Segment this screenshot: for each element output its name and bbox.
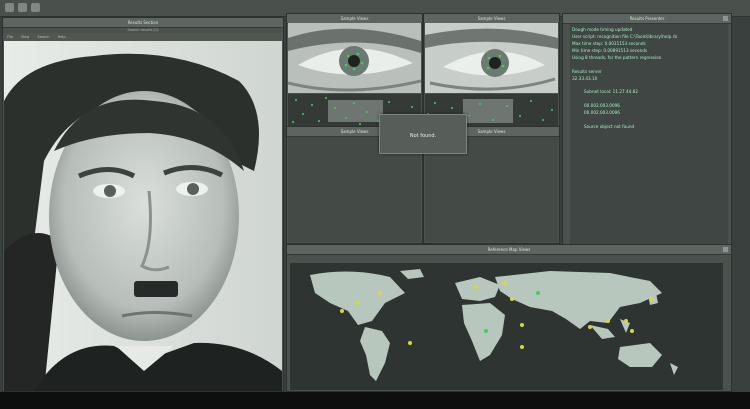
window-icon[interactable]	[5, 3, 14, 12]
console-line: User script: recognition file C:\Tools\l…	[572, 34, 678, 39]
close-icon[interactable]	[723, 16, 728, 21]
console-line: 32.33.43.10	[572, 76, 598, 81]
console-line: Max time step: 0.0031153 seconds	[572, 41, 646, 46]
photo-panel: Results Section Search results (1) File …	[2, 17, 284, 392]
portrait-photo	[4, 41, 282, 391]
menu-item-file[interactable]: File	[7, 35, 13, 39]
menu-item-help[interactable]: Help	[58, 35, 66, 39]
menu-item-search[interactable]: Search	[37, 35, 49, 39]
window-icon[interactable]	[31, 3, 40, 12]
eye-image	[288, 23, 421, 93]
panel-title: Results Presenter	[563, 14, 731, 24]
dialog-message: Not found.	[409, 133, 437, 139]
console-line: 00.002.003.0096	[584, 103, 620, 108]
console-line: Results server	[572, 69, 602, 74]
close-icon[interactable]	[723, 247, 728, 252]
console-line: Min time step: 0.00891513 seconds	[572, 48, 648, 53]
screen: Results Section Search results (1) File …	[0, 0, 750, 392]
not-found-dialog[interactable]: Not found.	[379, 114, 467, 154]
menu-bar: File View Search Help	[3, 33, 283, 41]
eye-image	[425, 23, 558, 93]
console-line: Dough mode timing updated	[572, 27, 633, 32]
world-map	[290, 263, 723, 390]
window-icon[interactable]	[18, 3, 27, 12]
console-line: Subnet local: 11.27.44.82	[584, 89, 638, 94]
results-console: Dough mode timing updated User script: r…	[570, 24, 728, 244]
console-line: Source object not found	[584, 124, 635, 129]
monitor-bezel	[0, 392, 750, 409]
menu-item-view[interactable]: View	[21, 35, 29, 39]
panel-title: Reference Map Views	[287, 245, 731, 255]
console-line: 00.002.003.0096	[584, 110, 620, 115]
console-line: Using 8 threads, for the pattern regress…	[572, 55, 662, 60]
